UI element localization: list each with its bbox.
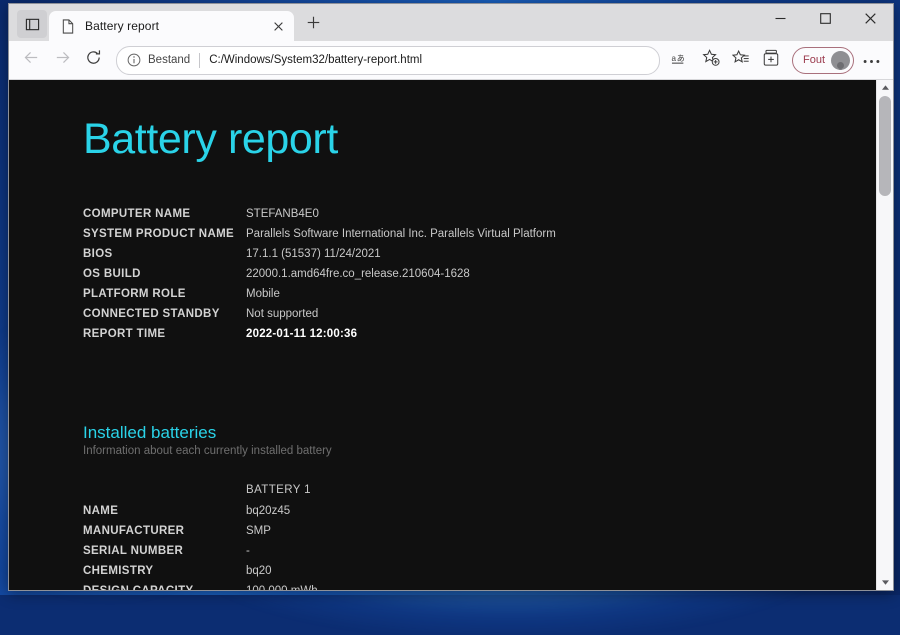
row-label: PLATFORM ROLE: [83, 287, 246, 307]
row-label: COMPUTER NAME: [83, 207, 246, 227]
page-icon: [60, 18, 76, 34]
close-window-button[interactable]: [848, 4, 893, 36]
read-aloud-icon: a あ: [671, 50, 690, 71]
row-value: Mobile: [246, 287, 556, 307]
installed-batteries-table: BATTERY 1NAMEbq20z45MANUFACTURERSMPSERIA…: [83, 483, 318, 590]
page-viewport: Battery report COMPUTER NAMESTEFANB4E0SY…: [9, 80, 893, 590]
row-value: 2022-01-11 12:00:36: [246, 327, 556, 347]
row-label: BIOS: [83, 247, 246, 267]
arrow-right-icon: [54, 49, 71, 71]
tab-battery-report[interactable]: Battery report: [49, 11, 294, 41]
table-row: COMPUTER NAMESTEFANB4E0: [83, 207, 556, 227]
row-value: bq20z45: [246, 504, 318, 524]
maximize-button[interactable]: [803, 4, 848, 36]
collections-button[interactable]: [756, 46, 786, 75]
installed-batteries-heading: Installed batteries: [83, 423, 876, 443]
close-icon: [865, 11, 876, 29]
tab-strip: Battery report: [9, 4, 893, 41]
system-summary-body: COMPUTER NAMESTEFANB4E0SYSTEM PRODUCT NA…: [83, 207, 556, 347]
refresh-icon: [85, 49, 102, 71]
row-label: SYSTEM PRODUCT NAME: [83, 227, 246, 247]
row-label: SERIAL NUMBER: [83, 544, 246, 564]
table-row: CHEMISTRYbq20: [83, 564, 318, 584]
address-bar[interactable]: Bestand C:/Windows/System32/battery-repo…: [116, 46, 660, 75]
tab-title: Battery report: [85, 19, 264, 33]
installed-batteries-body: BATTERY 1NAMEbq20z45MANUFACTURERSMPSERIA…: [83, 483, 318, 590]
arrow-left-icon: [23, 49, 40, 71]
scroll-down-button[interactable]: [877, 575, 893, 590]
row-value: Parallels Software International Inc. Pa…: [246, 227, 556, 247]
row-value: SMP: [246, 524, 318, 544]
forward-button[interactable]: [47, 46, 78, 75]
tab-actions-icon: [25, 17, 40, 32]
row-value: -: [246, 544, 318, 564]
favorites-button[interactable]: [726, 46, 756, 75]
collections-icon: [762, 49, 780, 72]
svg-text:a: a: [672, 53, 677, 62]
back-button[interactable]: [16, 46, 47, 75]
table-row: DESIGN CAPACITY100.000 mWh: [83, 584, 318, 590]
row-value: bq20: [246, 564, 318, 584]
scroll-up-button[interactable]: [877, 80, 893, 95]
installed-batteries-subtitle: Information about each currently install…: [83, 445, 876, 457]
favorites-icon: [732, 49, 750, 72]
row-label: DESIGN CAPACITY: [83, 584, 246, 590]
table-row: SERIAL NUMBER-: [83, 544, 318, 564]
settings-and-more-button[interactable]: [856, 46, 886, 75]
table-row: OS BUILD22000.1.amd64fre.co_release.2106…: [83, 267, 556, 287]
maximize-icon: [820, 11, 831, 29]
browser-window: Battery report: [8, 3, 894, 591]
page-scrollbar[interactable]: [876, 80, 893, 590]
scrollbar-thumb[interactable]: [879, 96, 891, 196]
table-row: REPORT TIME2022-01-11 12:00:36: [83, 327, 556, 347]
table-row: BIOS17.1.1 (51537) 11/24/2021: [83, 247, 556, 267]
minimize-button[interactable]: [758, 4, 803, 36]
row-value: 17.1.1 (51537) 11/24/2021: [246, 247, 556, 267]
refresh-button[interactable]: [78, 46, 109, 75]
row-label: REPORT TIME: [83, 327, 246, 347]
row-value: 22000.1.amd64fre.co_release.210604-1628: [246, 267, 556, 287]
browser-toolbar: Bestand C:/Windows/System32/battery-repo…: [9, 41, 893, 80]
info-circle-icon[interactable]: [126, 52, 142, 68]
column-header-row: BATTERY 1: [83, 483, 318, 504]
new-tab-button[interactable]: [299, 11, 327, 39]
close-tab-button[interactable]: [268, 16, 288, 36]
avatar-icon: [831, 51, 850, 70]
row-value: STEFANB4E0: [246, 207, 556, 227]
tab-actions-button[interactable]: [17, 10, 47, 38]
profile-label: Fout: [803, 54, 825, 66]
window-controls: [758, 4, 893, 36]
row-value: Not supported: [246, 307, 556, 327]
battery-column-header: BATTERY 1: [246, 483, 318, 504]
row-value: 100.000 mWh: [246, 584, 318, 590]
read-aloud-button[interactable]: a あ: [666, 46, 696, 75]
table-row: MANUFACTURERSMP: [83, 524, 318, 544]
url-text: C:/Windows/System32/battery-report.html: [209, 54, 649, 66]
row-label: NAME: [83, 504, 246, 524]
table-row: NAMEbq20z45: [83, 504, 318, 524]
add-to-favorites-icon: [702, 49, 720, 72]
column-header-spacer: [83, 483, 246, 504]
minimize-icon: [775, 11, 786, 29]
table-row: PLATFORM ROLEMobile: [83, 287, 556, 307]
url-scheme-label: Bestand: [148, 54, 190, 66]
plus-icon: [307, 16, 320, 34]
omnibox-divider: [199, 53, 200, 68]
row-label: MANUFACTURER: [83, 524, 246, 544]
table-row: SYSTEM PRODUCT NAMEParallels Software In…: [83, 227, 556, 247]
battery-report-document: Battery report COMPUTER NAMESTEFANB4E0SY…: [9, 80, 876, 590]
row-label: OS BUILD: [83, 267, 246, 287]
row-label: CHEMISTRY: [83, 564, 246, 584]
page-title: Battery report: [83, 118, 876, 161]
profile-button[interactable]: Fout: [792, 47, 854, 74]
svg-text:あ: あ: [677, 53, 685, 62]
system-summary-table: COMPUTER NAMESTEFANB4E0SYSTEM PRODUCT NA…: [83, 207, 556, 347]
table-row: CONNECTED STANDBYNot supported: [83, 307, 556, 327]
row-label: CONNECTED STANDBY: [83, 307, 246, 327]
ellipsis-icon: [863, 51, 880, 69]
add-to-favorites-button[interactable]: [696, 46, 726, 75]
